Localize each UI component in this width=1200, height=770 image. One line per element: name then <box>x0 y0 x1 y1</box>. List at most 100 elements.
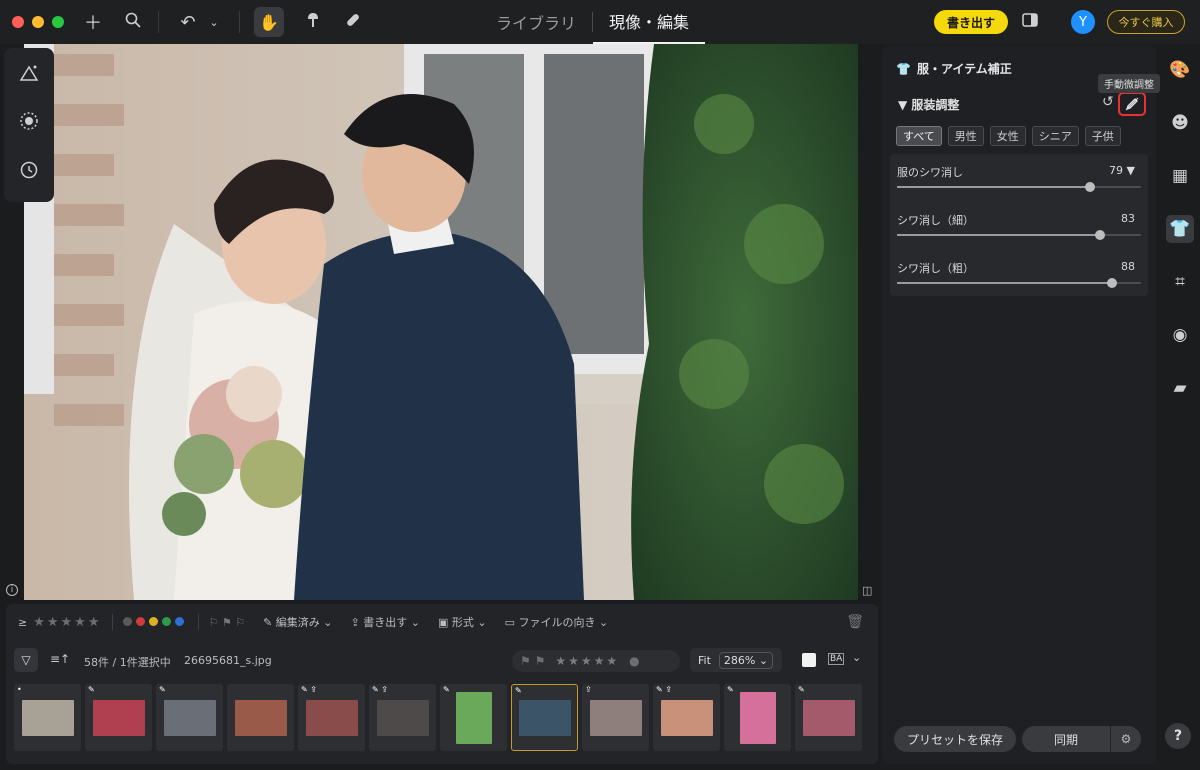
flag-filter-icons[interactable]: ⚐ ⚑ ⚐ <box>209 616 246 629</box>
sort-icon[interactable]: ≡↑ <box>50 652 70 666</box>
photo-canvas[interactable] <box>24 44 858 600</box>
brush-icon[interactable] <box>302 12 324 33</box>
zoom-fit-label[interactable]: Fit <box>698 654 711 667</box>
color-label-blue[interactable] <box>174 616 184 626</box>
history-icon[interactable] <box>19 160 39 185</box>
slider-track[interactable] <box>897 182 1141 192</box>
thumbnail[interactable]: ✎ ⇪ <box>369 684 436 751</box>
slider-knob[interactable] <box>1084 182 1095 192</box>
compare-icon[interactable]: ◫ <box>862 584 872 597</box>
color-label-yellow[interactable] <box>148 616 158 626</box>
sync-settings-icon[interactable]: ⚙ <box>1111 726 1141 752</box>
target-chip[interactable]: 女性 <box>989 126 1026 146</box>
target-chip[interactable]: すべて <box>896 126 942 146</box>
face-icon[interactable]: ☻ <box>1166 109 1194 137</box>
divider <box>197 614 199 630</box>
minimize-window-button[interactable] <box>32 16 44 28</box>
rating-stars[interactable]: ★★★★★ <box>555 654 619 668</box>
single-view-icon[interactable] <box>802 653 816 667</box>
tab-library[interactable]: ライブラリ <box>480 0 592 44</box>
info-icon[interactable]: i <box>6 584 18 596</box>
slider-track[interactable] <box>897 230 1141 240</box>
thumbnail-badge: ✎ <box>798 685 805 694</box>
format-filter[interactable]: ▣ 形式 ⌄ <box>438 614 487 630</box>
slider-knob[interactable] <box>1106 278 1117 288</box>
thumbnail[interactable]: ✎ <box>156 684 223 751</box>
filmstrip-panel: ≥ ★★★★★ ⚐ ⚑ ⚐ ✎ 編集済み ⌄ ⇪ 書き出す ⌄ ▣ 形式 ⌄ ▭… <box>6 604 878 764</box>
thumbnail-badge: ✎ <box>443 685 450 694</box>
shirt-icon[interactable]: 👕 <box>1166 215 1194 243</box>
color-label-filter[interactable] <box>122 616 188 629</box>
plus-icon[interactable]: ＋ <box>82 9 104 35</box>
crop-icon[interactable]: ⌗ <box>1166 268 1194 296</box>
slider-value[interactable]: 79 ▼ <box>1109 164 1135 177</box>
tab-develop-edit[interactable]: 現像・編集 <box>593 0 706 44</box>
gradient-icon[interactable]: ▦ <box>1166 162 1194 190</box>
thumbnail[interactable]: ✎ <box>440 684 507 751</box>
slider-group: 服のシワ消し 79 ▼ シワ消し（細） 83 シワ消し（粗） 88 <box>890 154 1148 296</box>
camera-icon[interactable]: ◉ <box>1166 321 1194 349</box>
zoom-control[interactable]: Fit 286% ⌄ <box>690 648 782 672</box>
maximize-window-button[interactable] <box>52 16 64 28</box>
thumbnail[interactable]: ✎ ⇪ <box>653 684 720 751</box>
search-icon[interactable] <box>122 12 144 33</box>
chevron-down-icon[interactable]: ⌄ <box>203 16 225 29</box>
thumbnail[interactable]: ✎ <box>85 684 152 751</box>
buy-now-button[interactable]: 今すぐ購入 <box>1107 10 1185 34</box>
thumbnail[interactable]: ✎ <box>795 684 862 751</box>
rating-filter-stars[interactable]: ★★★★★ <box>33 615 101 630</box>
rating-operator[interactable]: ≥ <box>18 616 27 629</box>
bandage-icon[interactable] <box>342 12 364 33</box>
ai-triangle-icon[interactable] <box>19 64 39 87</box>
thumbnail[interactable]: ✎ ⇪ <box>298 684 365 751</box>
current-rating[interactable]: ⚑ ⚑ ★★★★★ ● <box>512 650 680 672</box>
avatar[interactable]: Y <box>1071 10 1095 34</box>
focus-circle-icon[interactable] <box>19 111 39 136</box>
folder-eye-icon[interactable]: ▰ <box>1166 374 1194 402</box>
thumbnail[interactable]: ✎ <box>511 684 578 751</box>
before-after-icon[interactable]: BA <box>828 653 845 665</box>
zoom-value[interactable]: 286% ⌄ <box>718 651 774 669</box>
adjustment-panel: 👕 服・アイテム補正 手動微調整 ▼ 服装調整 ↺ すべて 男性 女性 シニア 子供 服… <box>882 46 1160 764</box>
color-label-green[interactable] <box>161 616 171 626</box>
color-label-gray[interactable] <box>122 616 132 626</box>
target-chip[interactable]: 子供 <box>1084 126 1121 146</box>
thumbnail-badge: ✎ ⇪ <box>301 685 317 694</box>
color-label-red[interactable] <box>135 616 145 626</box>
reset-icon[interactable]: ↺ <box>1102 94 1114 110</box>
manual-adjust-button[interactable] <box>1118 92 1146 116</box>
thumbnail[interactable]: ⇪ <box>582 684 649 751</box>
slider-knob[interactable] <box>1094 230 1105 240</box>
save-preset-button[interactable]: プリセットを保存 <box>894 726 1016 752</box>
thumbnail[interactable] <box>227 684 294 751</box>
target-chip[interactable]: 男性 <box>947 126 984 146</box>
help-button[interactable]: ? <box>1165 723 1191 749</box>
toolbar-divider <box>239 11 240 33</box>
undo-icon[interactable]: ↶ <box>177 12 199 33</box>
orientation-filter[interactable]: ▭ ファイルの向き ⌄ <box>505 614 609 630</box>
thumbnail-badge: ⇪ <box>585 685 592 694</box>
thumbnail-badge: ✎ <box>727 685 734 694</box>
close-window-button[interactable] <box>12 16 24 28</box>
chevron-down-icon[interactable]: ⌄ <box>852 651 861 664</box>
section-header[interactable]: ▼ 服装調整 <box>898 96 959 113</box>
flag-icons[interactable]: ⚑ ⚑ <box>520 654 545 668</box>
hand-icon[interactable]: ✋ <box>254 7 284 37</box>
filter-icon[interactable]: ▽ <box>14 648 38 672</box>
export-button[interactable]: 書き出す <box>934 10 1008 34</box>
sync-button[interactable]: 同期 <box>1022 726 1110 752</box>
export-filter[interactable]: ⇪ 書き出す ⌄ <box>351 614 420 630</box>
panel-toggle-icon[interactable] <box>1022 12 1038 32</box>
thumbnail-image <box>21 699 74 736</box>
trash-icon[interactable]: 🗑 <box>846 614 864 630</box>
thumbnail[interactable]: • <box>14 684 81 751</box>
thumbnail[interactable]: ✎ <box>724 684 791 751</box>
target-chip[interactable]: シニア <box>1031 126 1079 146</box>
edited-filter[interactable]: ✎ 編集済み ⌄ <box>263 614 332 630</box>
slider-track[interactable] <box>897 278 1141 288</box>
color-label-dot-icon[interactable]: ● <box>629 654 639 668</box>
main-tabs: ライブラリ 現像・編集 <box>480 0 706 44</box>
divider <box>111 614 113 630</box>
thumbnail-image <box>518 699 571 736</box>
palette-icon[interactable]: 🎨 <box>1166 56 1194 84</box>
